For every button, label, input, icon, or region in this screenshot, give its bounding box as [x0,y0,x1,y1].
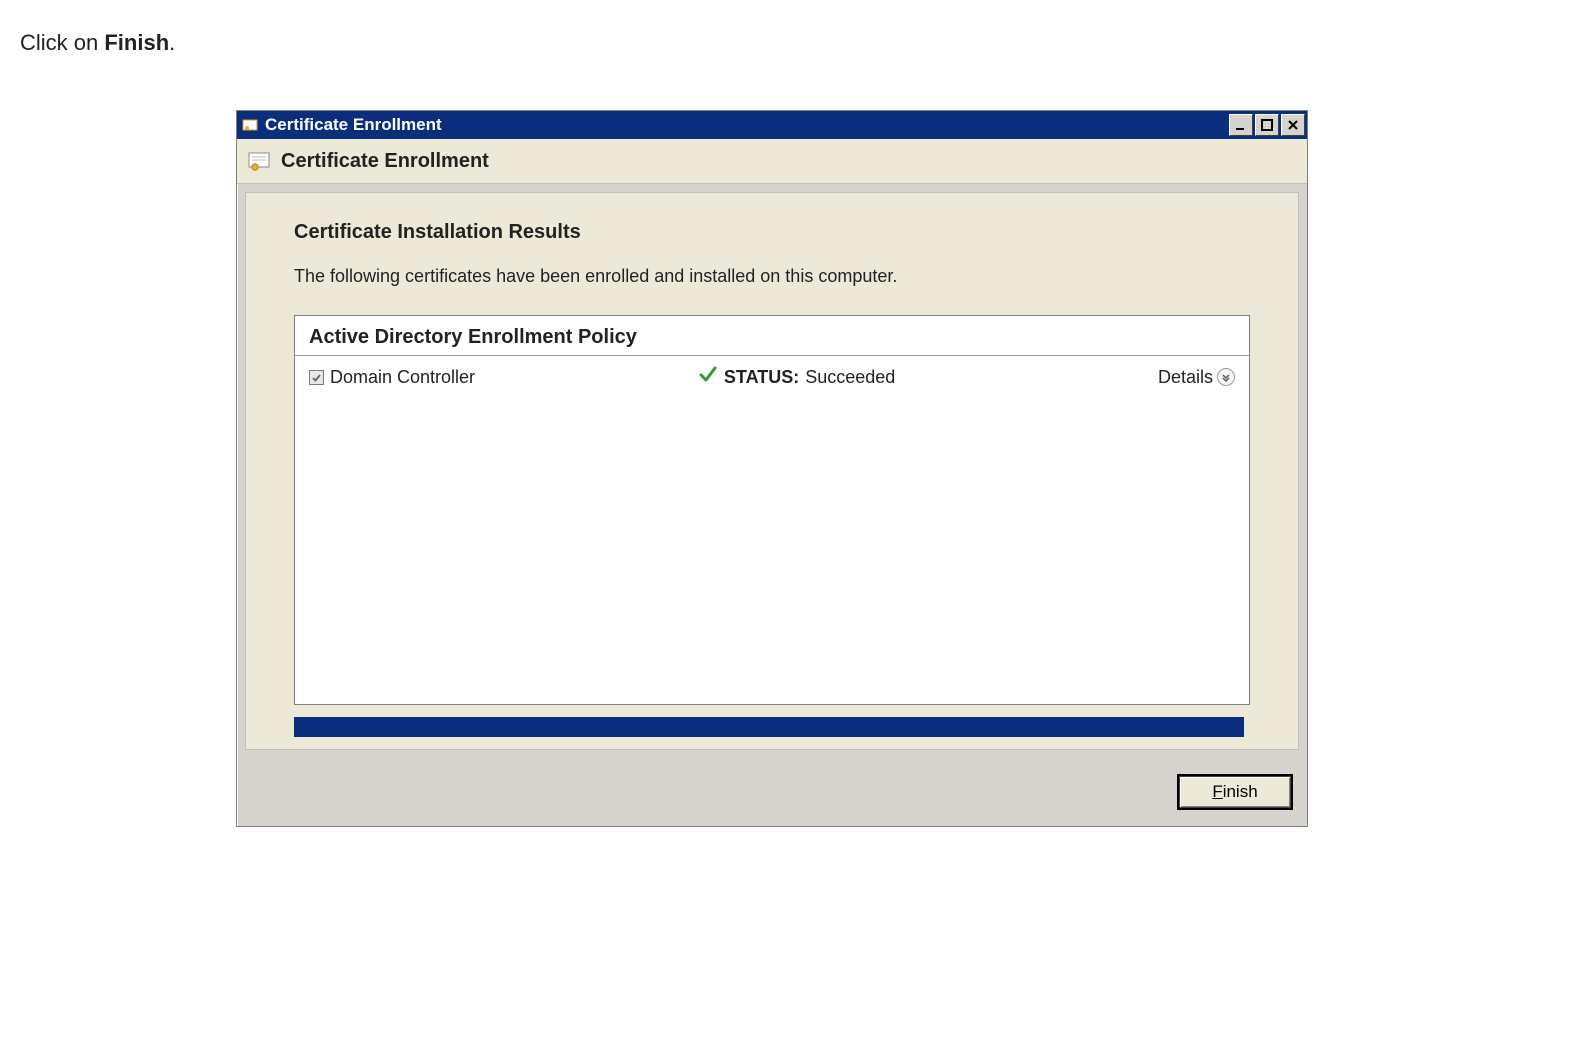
enrollment-policy-box: Active Directory Enrollment Policy Domai… [294,315,1250,705]
policy-title: Active Directory Enrollment Policy [295,316,1249,356]
details-label: Details [1158,367,1213,388]
status-value: Succeeded [805,367,895,388]
finish-button[interactable]: Finish [1179,776,1291,808]
section-heading: Certificate Installation Results [294,221,1250,244]
certificate-wizard-icon [247,149,271,173]
minimize-button[interactable] [1229,114,1253,136]
wizard-header: Certificate Enrollment [237,139,1307,184]
details-cell[interactable]: Details [1031,367,1235,388]
wizard-title: Certificate Enrollment [281,150,489,173]
window-titlebar[interactable]: Certificate Enrollment [237,111,1307,139]
template-name: Domain Controller [330,367,475,388]
status-cell: STATUS: Succeeded [698,364,1031,390]
success-check-icon [698,364,718,390]
instruction-prefix: Click on [20,30,104,55]
certificate-icon [241,116,259,134]
window-title: Certificate Enrollment [265,115,1227,135]
instruction-text: Click on Finish. [20,30,175,56]
button-row: Finish [237,758,1307,826]
window-controls [1227,114,1307,136]
template-checkbox[interactable] [309,370,324,385]
chevron-down-icon [1217,368,1235,386]
maximize-button[interactable] [1255,114,1279,136]
certificate-row: Domain Controller STATUS: Succeeded Deta… [295,356,1249,398]
section-description: The following certificates have been enr… [294,266,1250,287]
close-button[interactable] [1281,114,1305,136]
finish-rest: inish [1223,782,1258,801]
certificate-template-cell: Domain Controller [309,367,698,388]
instruction-bold: Finish [104,30,169,55]
status-label: STATUS: [724,367,799,388]
certificate-enrollment-window: Certificate Enrollment Certificate Enrol… [236,110,1308,827]
progress-bar [294,717,1244,737]
inner-panel: Certificate Installation Results The fol… [245,192,1299,750]
finish-accel: F [1212,782,1222,801]
instruction-suffix: . [169,30,175,55]
